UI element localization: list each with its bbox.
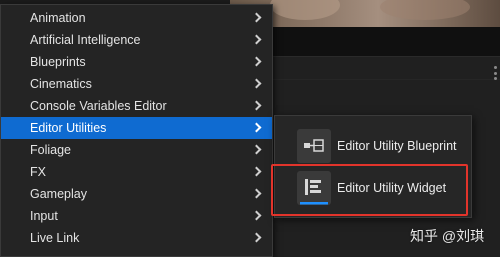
menu-item-fx[interactable]: FX [1, 161, 272, 183]
menu-item-label: Animation [30, 11, 86, 25]
submenu-item-label: Editor Utility Blueprint [337, 139, 457, 153]
watermark: 知乎 @刘琪 [410, 228, 485, 244]
menu-item-label: Live Link [30, 231, 80, 245]
chevron-right-icon [251, 122, 262, 133]
chevron-right-icon [251, 166, 262, 177]
chevron-right-icon [251, 56, 262, 67]
menu-item-input[interactable]: Input [1, 205, 272, 227]
chevron-right-icon [251, 78, 262, 89]
menu-item-blueprints[interactable]: Blueprints [1, 51, 272, 73]
menu-item-animation[interactable]: Animation [1, 7, 272, 29]
menu-item-gameplay[interactable]: Gameplay [1, 183, 272, 205]
menu-item-label: Editor Utilities [30, 121, 107, 135]
menu-item-label: Blueprints [30, 55, 86, 69]
menu-item-label: Console Variables Editor [30, 99, 167, 113]
chevron-right-icon [251, 100, 262, 111]
menu-item-label: FX [30, 165, 46, 179]
blueprint-icon [297, 129, 331, 163]
menu-item-label: Foliage [30, 143, 71, 157]
menu-item-label: Gameplay [30, 187, 87, 201]
menu-item-live-link[interactable]: Live Link [1, 227, 272, 249]
more-options-icon[interactable] [494, 66, 498, 80]
annotation-highlight-box [271, 164, 468, 216]
chevron-right-icon [251, 210, 262, 221]
menu-item-cinematics[interactable]: Cinematics [1, 73, 272, 95]
menu-item-label: Cinematics [30, 77, 92, 91]
menu-item-label: Artificial Intelligence [30, 33, 141, 47]
menu-item-label: Input [30, 209, 58, 223]
chevron-right-icon [251, 188, 262, 199]
menu-item-console-variables-editor[interactable]: Console Variables Editor [1, 95, 272, 117]
menu-item-editor-utilities[interactable]: Editor Utilities [1, 117, 272, 139]
chevron-right-icon [251, 144, 262, 155]
context-menu: Animation Artificial Intelligence Bluepr… [0, 4, 273, 257]
submenu-item-editor-utility-blueprint[interactable]: Editor Utility Blueprint [297, 129, 469, 163]
chevron-right-icon [251, 232, 262, 243]
menu-item-foliage[interactable]: Foliage [1, 139, 272, 161]
chevron-right-icon [251, 34, 262, 45]
menu-item-artificial-intelligence[interactable]: Artificial Intelligence [1, 29, 272, 51]
chevron-right-icon [251, 12, 262, 23]
